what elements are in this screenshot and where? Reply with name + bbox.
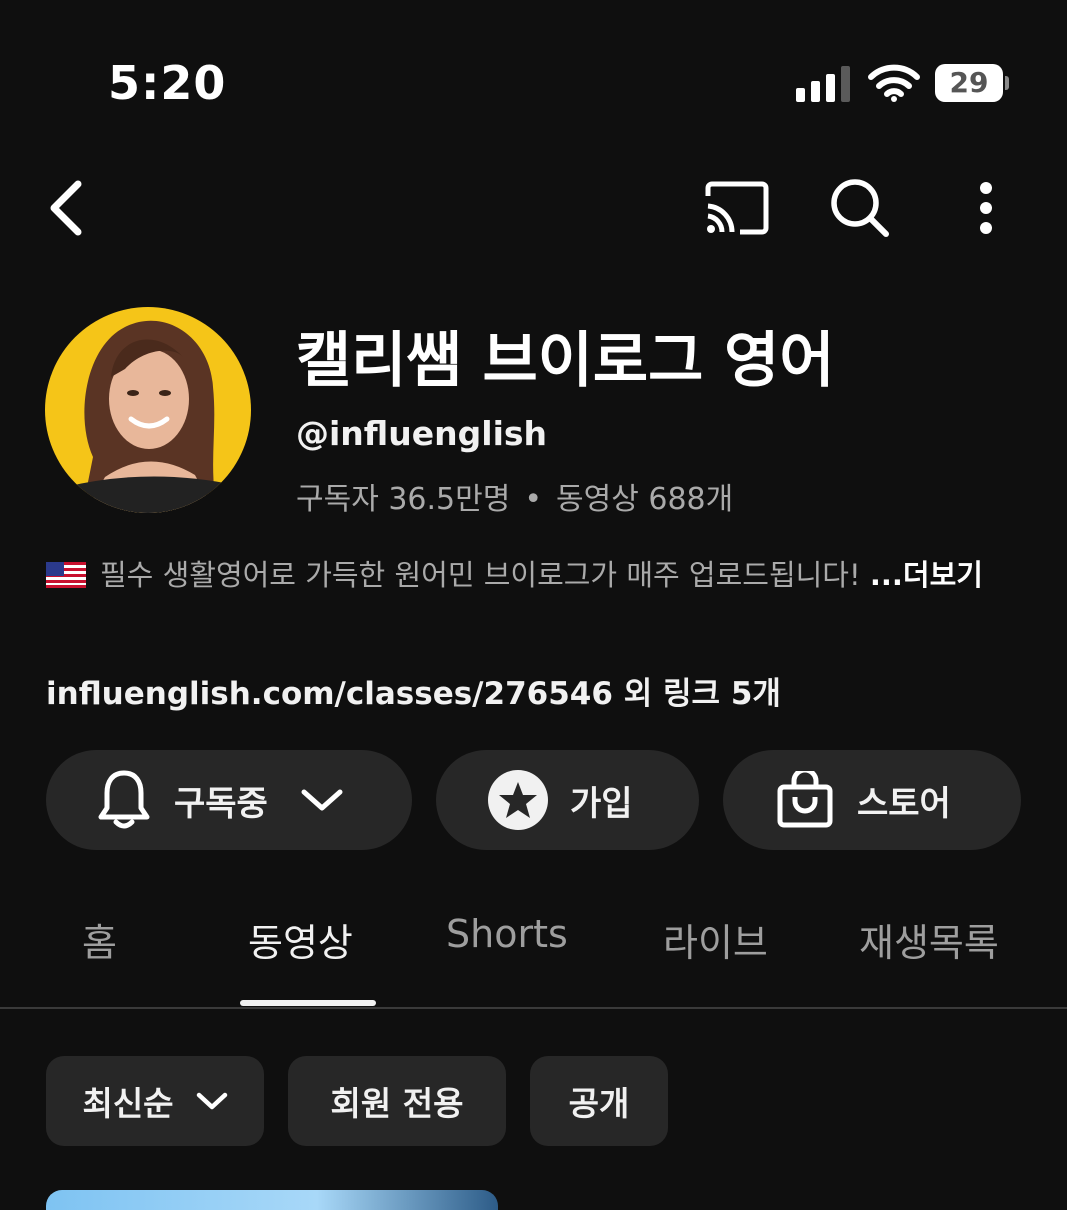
store-label: 스토어 (857, 783, 951, 824)
tab-live[interactable]: 라이브 (663, 912, 768, 967)
cast-icon (705, 181, 769, 235)
chevron-down-icon (196, 1092, 227, 1110)
more-options-button[interactable] (950, 172, 1022, 244)
back-button[interactable] (30, 172, 102, 244)
shopping-bag-icon (777, 771, 833, 828)
meta-separator: • (524, 482, 543, 517)
cast-button[interactable] (700, 172, 772, 244)
us-flag-icon (46, 562, 86, 588)
members-only-chip[interactable]: 회원 전용 (288, 1056, 506, 1146)
sort-latest-label: 최신순 (82, 1084, 174, 1123)
tab-home[interactable]: 홈 (82, 912, 117, 967)
back-icon (50, 180, 82, 236)
video-title-partial[interactable] (522, 1186, 1042, 1200)
signal-icon (796, 66, 850, 102)
chevron-down-icon (301, 789, 343, 811)
wifi-icon (868, 64, 920, 102)
tab-shorts[interactable]: Shorts (446, 912, 568, 956)
subscribed-label: 구독중 (174, 783, 268, 824)
join-button[interactable]: 가입 (436, 750, 699, 850)
battery-icon: 29 (935, 64, 1009, 102)
star-badge-icon (488, 770, 548, 830)
video-count: 동영상 688개 (556, 482, 734, 517)
tab-videos[interactable]: 동영상 (248, 912, 353, 967)
active-tab-indicator (240, 1000, 376, 1006)
subscriber-count: 구독자 36.5만명 (296, 482, 511, 517)
channel-handle: @influenglish (296, 414, 548, 453)
tabs-divider (0, 1007, 1067, 1009)
sort-latest-chip[interactable]: 최신순 (46, 1056, 264, 1146)
more-icon (980, 182, 992, 234)
channel-meta: 구독자 36.5만명 • 동영상 688개 (296, 474, 733, 518)
video-thumbnail[interactable] (46, 1190, 498, 1210)
status-time: 5:20 (108, 56, 227, 110)
avatar-image (45, 307, 251, 513)
description-text: 필수 생활영어로 가득한 원어민 브이로그가 매주 업로드됩니다! (100, 558, 870, 592)
more-link[interactable]: ...더보기 (870, 558, 983, 592)
channel-links[interactable]: influenglish.com/classes/276546 외 링크 5개 (46, 668, 781, 713)
join-label: 가입 (570, 783, 633, 824)
channel-avatar[interactable] (45, 307, 251, 513)
search-button[interactable] (824, 172, 896, 244)
subscribed-button[interactable]: 구독중 (46, 750, 412, 850)
battery-level: 29 (949, 66, 989, 99)
tab-playlists[interactable]: 재생목록 (859, 912, 999, 967)
channel-description[interactable]: 필수 생활영어로 가득한 원어민 브이로그가 매주 업로드됩니다! ...더보기 (46, 556, 1021, 594)
search-icon (831, 179, 889, 237)
store-button[interactable]: 스토어 (723, 750, 1021, 850)
channel-title: 캘리쌤 브이로그 영어 (296, 326, 835, 396)
public-chip[interactable]: 공개 (530, 1056, 668, 1146)
bell-icon (98, 770, 150, 829)
